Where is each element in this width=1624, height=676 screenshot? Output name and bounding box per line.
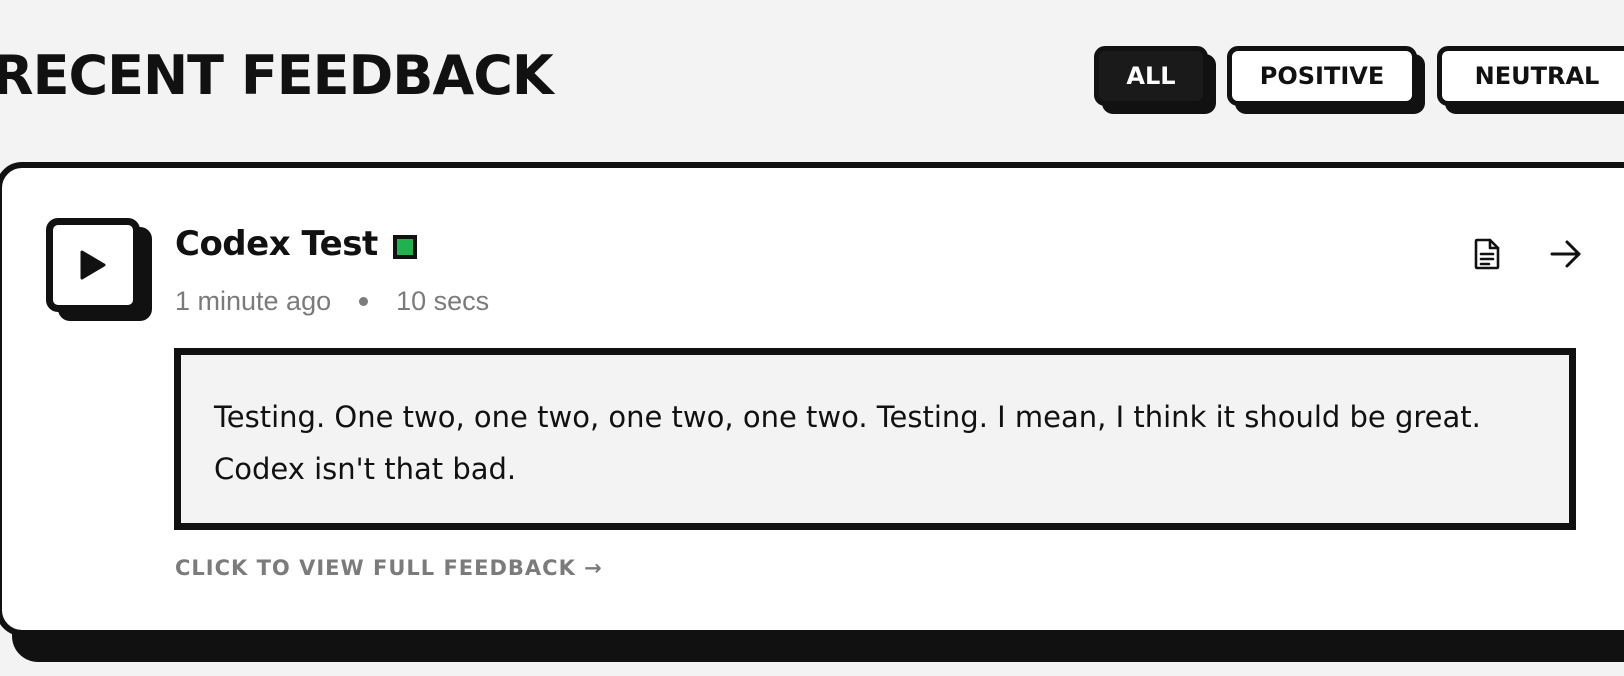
feedback-page: RECENT FEEDBACK ALL POSITIVE NEUTRAL Cod… bbox=[0, 0, 1624, 676]
play-icon bbox=[80, 250, 106, 280]
document-icon bbox=[1474, 238, 1500, 270]
filter-positive-button[interactable]: POSITIVE bbox=[1227, 46, 1417, 106]
quote-text: Testing. One two, one two, one two, one … bbox=[214, 400, 1481, 486]
feedback-title: Codex Test bbox=[175, 224, 378, 264]
meta-separator bbox=[359, 297, 369, 306]
sentiment-indicator bbox=[393, 235, 417, 259]
transcript-button[interactable] bbox=[1467, 234, 1507, 274]
play-button[interactable] bbox=[46, 218, 140, 312]
duration: 10 secs bbox=[396, 286, 490, 316]
feedback-meta: 1 minute ago 10 secs bbox=[175, 286, 489, 317]
time-ago: 1 minute ago bbox=[175, 286, 332, 316]
page-title: RECENT FEEDBACK bbox=[0, 44, 554, 107]
open-feedback-button[interactable] bbox=[1546, 234, 1586, 274]
feedback-quote: Testing. One two, one two, one two, one … bbox=[174, 348, 1576, 530]
arrow-right-icon bbox=[1550, 240, 1581, 268]
filter-neutral-button[interactable]: NEUTRAL bbox=[1437, 46, 1624, 106]
view-full-feedback-link[interactable]: CLICK TO VIEW FULL FEEDBACK → bbox=[175, 556, 603, 580]
filter-all-button[interactable]: ALL bbox=[1094, 46, 1208, 106]
